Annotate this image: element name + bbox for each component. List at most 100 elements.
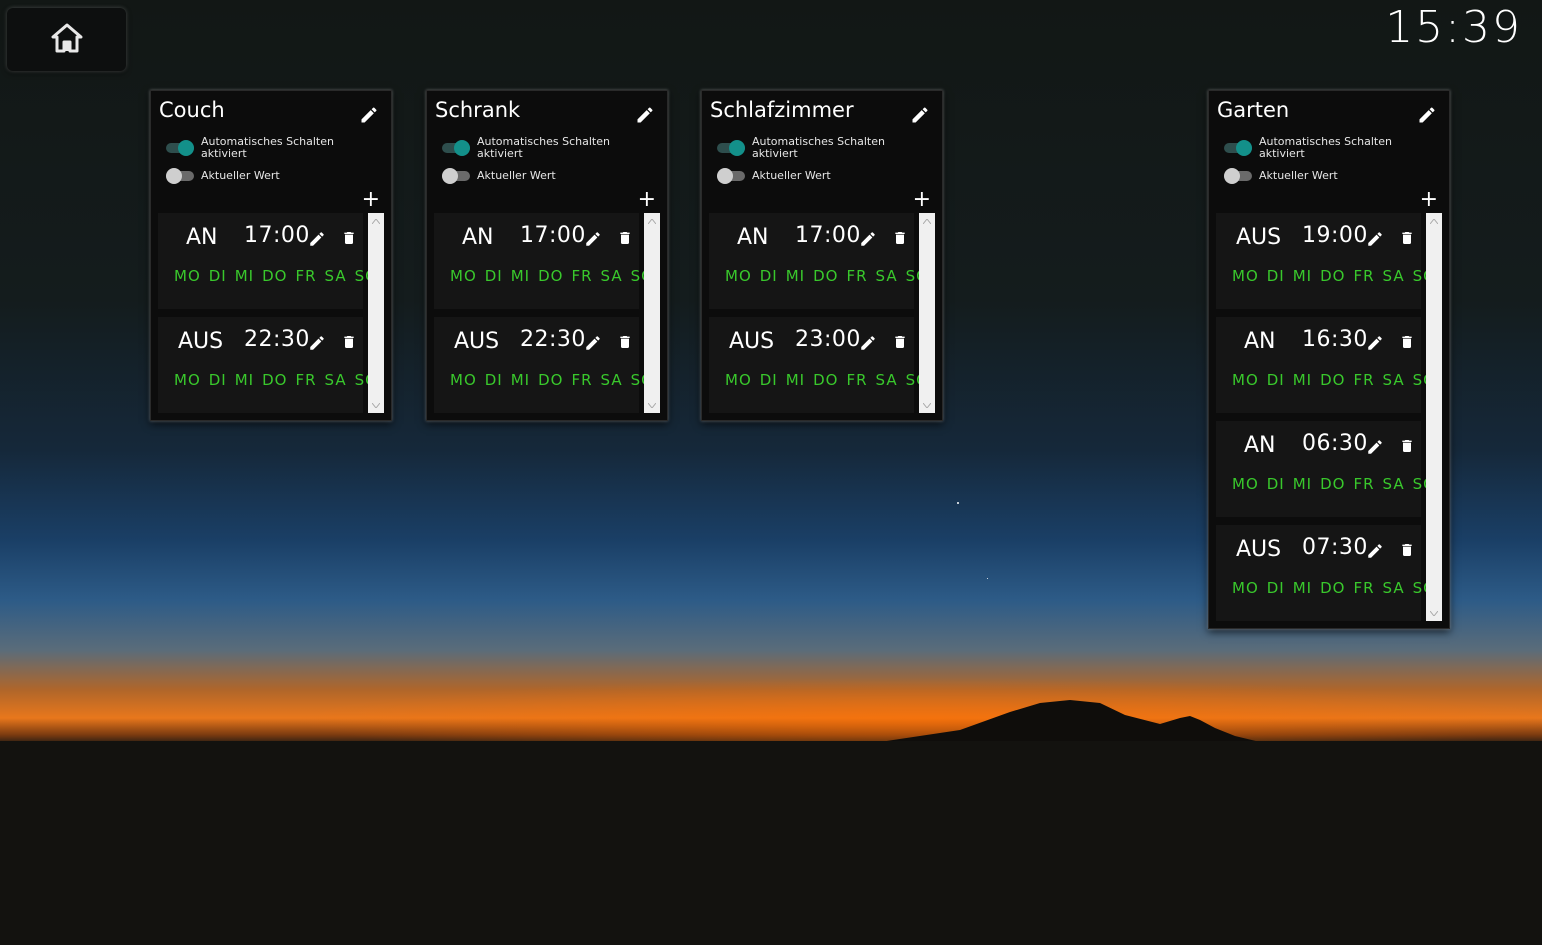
day-label[interactable]: MO xyxy=(725,371,752,389)
scrollbar[interactable] xyxy=(644,213,660,413)
trash-icon[interactable] xyxy=(1399,229,1415,251)
day-label[interactable]: DI xyxy=(1267,267,1285,285)
pencil-icon[interactable] xyxy=(584,230,602,252)
day-label[interactable]: DO xyxy=(1320,371,1345,389)
trash-icon[interactable] xyxy=(617,333,633,355)
day-label[interactable]: MI xyxy=(1293,579,1312,597)
day-label[interactable]: SA xyxy=(1383,579,1405,597)
day-label[interactable]: MI xyxy=(235,371,254,389)
home-button[interactable] xyxy=(7,8,126,71)
auto-switch-toggle[interactable] xyxy=(717,140,745,156)
day-label[interactable]: SA xyxy=(876,371,898,389)
day-label[interactable]: MI xyxy=(511,371,530,389)
trash-icon[interactable] xyxy=(341,333,357,355)
day-label[interactable]: MO xyxy=(1232,579,1259,597)
day-label[interactable]: MO xyxy=(450,267,477,285)
day-label[interactable]: SA xyxy=(1383,267,1405,285)
chevron-up-icon[interactable] xyxy=(368,215,384,227)
day-label[interactable]: FR xyxy=(846,267,867,285)
scrollbar[interactable] xyxy=(1426,213,1442,621)
auto-switch-toggle[interactable] xyxy=(166,140,194,156)
plus-icon[interactable]: + xyxy=(913,189,931,211)
current-value-toggle[interactable] xyxy=(442,168,470,184)
current-value-toggle[interactable] xyxy=(166,168,194,184)
pencil-icon[interactable] xyxy=(1366,438,1384,460)
day-label[interactable]: FR xyxy=(1353,371,1374,389)
day-label[interactable]: DI xyxy=(485,267,503,285)
day-label[interactable]: MI xyxy=(786,371,805,389)
day-label[interactable]: DI xyxy=(209,371,227,389)
day-label[interactable]: MI xyxy=(786,267,805,285)
pencil-icon[interactable] xyxy=(910,105,930,129)
day-label[interactable]: DO xyxy=(813,267,838,285)
day-label[interactable]: MI xyxy=(1293,267,1312,285)
pencil-icon[interactable] xyxy=(1366,230,1384,252)
day-label[interactable]: DO xyxy=(1320,579,1345,597)
pencil-icon[interactable] xyxy=(359,105,379,129)
pencil-icon[interactable] xyxy=(1366,542,1384,564)
plus-icon[interactable]: + xyxy=(1420,189,1438,211)
day-label[interactable]: MI xyxy=(1293,371,1312,389)
day-label[interactable]: DO xyxy=(262,267,287,285)
day-label[interactable]: DI xyxy=(1267,475,1285,493)
day-label[interactable]: MO xyxy=(1232,475,1259,493)
day-label[interactable]: SA xyxy=(325,371,347,389)
day-label[interactable]: DI xyxy=(1267,579,1285,597)
day-label[interactable]: MI xyxy=(1293,475,1312,493)
trash-icon[interactable] xyxy=(892,333,908,355)
trash-icon[interactable] xyxy=(341,229,357,251)
day-label[interactable]: DO xyxy=(262,371,287,389)
chevron-down-icon[interactable] xyxy=(368,399,384,411)
day-label[interactable]: MO xyxy=(174,371,201,389)
day-label[interactable]: DO xyxy=(1320,475,1345,493)
pencil-icon[interactable] xyxy=(584,334,602,356)
day-label[interactable]: DI xyxy=(760,371,778,389)
chevron-up-icon[interactable] xyxy=(644,215,660,227)
trash-icon[interactable] xyxy=(617,229,633,251)
day-label[interactable]: FR xyxy=(1353,475,1374,493)
auto-switch-toggle[interactable] xyxy=(1224,140,1252,156)
pencil-icon[interactable] xyxy=(308,334,326,356)
pencil-icon[interactable] xyxy=(1366,334,1384,356)
day-label[interactable]: MI xyxy=(511,267,530,285)
current-value-toggle[interactable] xyxy=(1224,168,1252,184)
scrollbar[interactable] xyxy=(368,213,384,413)
day-label[interactable]: FR xyxy=(571,371,592,389)
day-label[interactable]: SA xyxy=(1383,371,1405,389)
plus-icon[interactable]: + xyxy=(638,189,656,211)
day-label[interactable]: FR xyxy=(1353,579,1374,597)
day-label[interactable]: DO xyxy=(1320,267,1345,285)
day-label[interactable]: MO xyxy=(1232,371,1259,389)
chevron-down-icon[interactable] xyxy=(644,399,660,411)
day-label[interactable]: SA xyxy=(325,267,347,285)
day-label[interactable]: DI xyxy=(1267,371,1285,389)
pencil-icon[interactable] xyxy=(1417,105,1437,129)
day-label[interactable]: MO xyxy=(725,267,752,285)
chevron-up-icon[interactable] xyxy=(1426,215,1442,227)
trash-icon[interactable] xyxy=(1399,333,1415,355)
day-label[interactable]: SA xyxy=(1383,475,1405,493)
scrollbar[interactable] xyxy=(919,213,935,413)
trash-icon[interactable] xyxy=(1399,541,1415,563)
day-label[interactable]: DO xyxy=(538,267,563,285)
trash-icon[interactable] xyxy=(892,229,908,251)
auto-switch-toggle[interactable] xyxy=(442,140,470,156)
day-label[interactable]: FR xyxy=(571,267,592,285)
day-label[interactable]: SA xyxy=(876,267,898,285)
day-label[interactable]: MO xyxy=(450,371,477,389)
plus-icon[interactable]: + xyxy=(362,189,380,211)
trash-icon[interactable] xyxy=(1399,437,1415,459)
day-label[interactable]: FR xyxy=(846,371,867,389)
day-label[interactable]: DO xyxy=(538,371,563,389)
pencil-icon[interactable] xyxy=(308,230,326,252)
day-label[interactable]: DO xyxy=(813,371,838,389)
day-label[interactable]: SA xyxy=(601,267,623,285)
chevron-up-icon[interactable] xyxy=(919,215,935,227)
pencil-icon[interactable] xyxy=(859,334,877,356)
day-label[interactable]: DI xyxy=(485,371,503,389)
pencil-icon[interactable] xyxy=(635,105,655,129)
chevron-down-icon[interactable] xyxy=(919,399,935,411)
day-label[interactable]: DI xyxy=(209,267,227,285)
day-label[interactable]: FR xyxy=(1353,267,1374,285)
day-label[interactable]: MO xyxy=(174,267,201,285)
